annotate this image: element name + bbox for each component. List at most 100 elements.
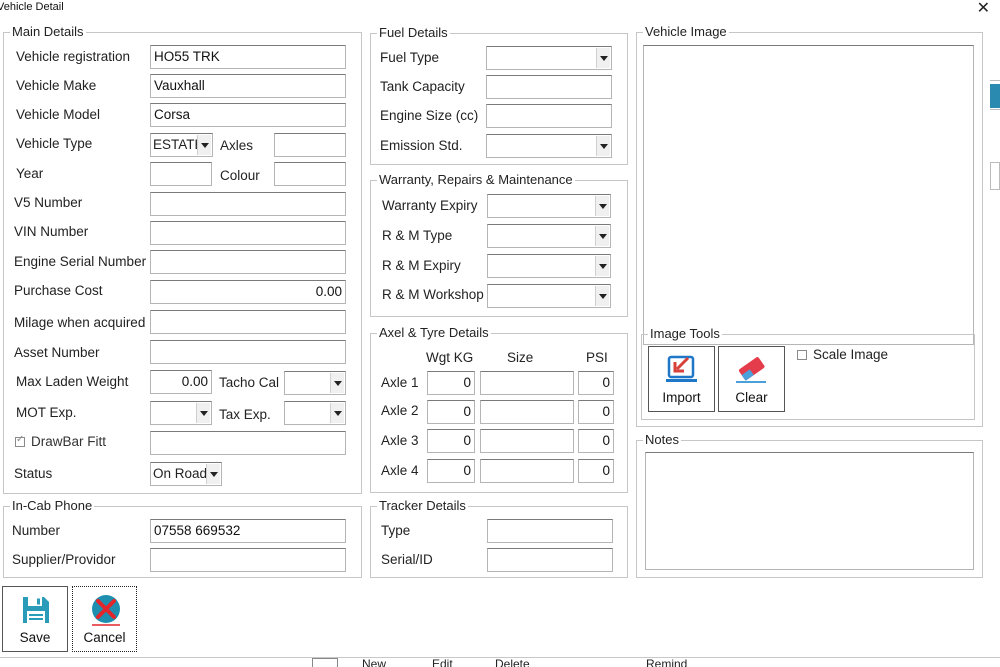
engine-size-input[interactable] <box>486 104 612 128</box>
scale-image-checkbox[interactable] <box>797 350 807 360</box>
chevron-down-icon[interactable] <box>197 135 211 155</box>
fuel-details-legend: Fuel Details <box>377 25 450 41</box>
wgt-header: Wgt KG <box>426 350 474 365</box>
drawbar-input[interactable] <box>150 431 346 455</box>
vin-input[interactable] <box>150 221 346 245</box>
background-toolbar-icon <box>312 658 338 667</box>
chevron-down-icon[interactable] <box>595 196 609 216</box>
warranty-expiry-select[interactable] <box>487 194 611 218</box>
rm-type-label: R & M Type <box>382 228 453 243</box>
v5-label: V5 Number <box>14 195 83 210</box>
axle-wgt-input[interactable]: 0 <box>427 400 475 424</box>
year-input[interactable] <box>150 162 212 186</box>
supplier-input[interactable] <box>150 548 346 572</box>
axle-psi-input[interactable]: 0 <box>578 400 614 424</box>
background-remind-button[interactable]: Remind <box>646 658 687 667</box>
background-new-button[interactable]: New <box>362 658 386 667</box>
make-input[interactable]: Vauxhall <box>150 74 346 98</box>
axle-wgt-input[interactable]: 0 <box>427 459 475 483</box>
rm-workshop-label: R & M Workshop <box>382 287 484 302</box>
axle-label: Axle 2 <box>381 403 419 418</box>
axel-tyre-legend: Axel & Tyre Details <box>377 325 491 341</box>
v5-input[interactable] <box>150 192 346 216</box>
axle-wgt-input[interactable]: 0 <box>427 429 475 453</box>
engine-serial-input[interactable] <box>150 250 346 274</box>
chevron-down-icon[interactable] <box>596 136 610 156</box>
purchase-cost-input[interactable]: 0.00 <box>150 280 346 304</box>
mot-exp-label: MOT Exp. <box>16 405 77 420</box>
axle-size-input[interactable] <box>480 371 574 395</box>
axle-psi-input[interactable]: 0 <box>578 459 614 483</box>
vehicle-type-select[interactable]: ESTATE <box>150 133 213 157</box>
rm-workshop-select[interactable] <box>487 284 611 308</box>
phone-number-input[interactable]: 07558 669532 <box>150 519 346 543</box>
chevron-down-icon[interactable] <box>196 403 210 423</box>
background-edit-button[interactable]: Edit <box>432 658 453 667</box>
axles-input[interactable] <box>274 133 346 157</box>
colour-input[interactable] <box>274 162 346 186</box>
chevron-down-icon[interactable] <box>596 48 610 68</box>
window-title: Vehicle Detail <box>0 1 64 13</box>
status-value: On Road <box>153 466 208 481</box>
year-label: Year <box>16 166 44 181</box>
chevron-down-icon[interactable] <box>330 403 344 423</box>
model-label: Vehicle Model <box>16 107 101 122</box>
mot-exp-select[interactable] <box>150 401 212 425</box>
asset-number-label: Asset Number <box>14 345 100 360</box>
max-laden-label: Max Laden Weight <box>16 374 129 389</box>
chevron-down-icon[interactable] <box>595 286 609 306</box>
tank-capacity-input[interactable] <box>486 75 612 99</box>
registration-input[interactable]: HO55 TRK <box>150 45 346 69</box>
tax-exp-select[interactable] <box>284 401 346 425</box>
eraser-icon <box>736 357 766 383</box>
tracker-serial-input[interactable] <box>487 548 613 572</box>
image-tools-legend: Image Tools <box>648 326 722 342</box>
cancel-button[interactable]: Cancel <box>72 586 137 652</box>
tank-capacity-label: Tank Capacity <box>380 79 465 94</box>
fuel-type-select[interactable] <box>486 46 612 70</box>
axle-size-input[interactable] <box>480 400 574 424</box>
notes-textarea[interactable] <box>645 452 974 570</box>
close-icon[interactable]: ✕ <box>977 0 990 18</box>
chevron-down-icon[interactable] <box>206 464 220 484</box>
clear-label: Clear <box>735 390 768 405</box>
background-toolbar: New Edit Delete Remind <box>0 657 1000 667</box>
save-button[interactable]: Save <box>2 586 68 652</box>
chevron-down-icon[interactable] <box>330 373 344 393</box>
tracker-type-label: Type <box>381 523 411 538</box>
tacho-cal-select[interactable] <box>284 371 346 395</box>
axles-label: Axles <box>220 138 254 153</box>
vehicle-image-area[interactable] <box>643 45 974 345</box>
axle-size-input[interactable] <box>480 459 574 483</box>
chevron-down-icon[interactable] <box>595 226 609 246</box>
make-label: Vehicle Make <box>16 78 97 93</box>
import-icon <box>666 355 697 382</box>
background-delete-button[interactable]: Delete <box>495 658 530 667</box>
status-select[interactable]: On Road <box>150 462 222 486</box>
axle-psi-input[interactable]: 0 <box>578 429 614 453</box>
scale-image-label: Scale Image <box>813 347 889 362</box>
model-input[interactable]: Corsa <box>150 103 346 127</box>
engine-size-label: Engine Size (cc) <box>380 108 479 123</box>
tracker-type-input[interactable] <box>487 519 613 543</box>
import-button[interactable]: Import <box>648 346 715 412</box>
purchase-cost-label: Purchase Cost <box>14 283 103 298</box>
in-cab-phone-legend: In-Cab Phone <box>10 498 95 514</box>
milage-label: Milage when acquired <box>14 315 146 330</box>
axle-size-input[interactable] <box>480 429 574 453</box>
vehicle-detail-window: Vehicle Detail ✕ Main Details Vehicle re… <box>0 0 1000 667</box>
milage-input[interactable] <box>150 310 346 334</box>
axle-wgt-input[interactable]: 0 <box>427 371 475 395</box>
drawbar-checkbox[interactable] <box>15 434 25 447</box>
clear-button[interactable]: Clear <box>718 346 785 412</box>
emission-select[interactable] <box>486 134 612 158</box>
size-header: Size <box>507 350 534 365</box>
axle-psi-input[interactable]: 0 <box>578 371 614 395</box>
save-label: Save <box>19 630 51 645</box>
asset-number-input[interactable] <box>150 340 346 364</box>
chevron-down-icon[interactable] <box>595 256 609 276</box>
phone-number-label: Number <box>12 523 61 538</box>
rm-type-select[interactable] <box>487 224 611 248</box>
max-laden-input[interactable]: 0.00 <box>150 370 212 394</box>
rm-expiry-select[interactable] <box>487 254 611 278</box>
